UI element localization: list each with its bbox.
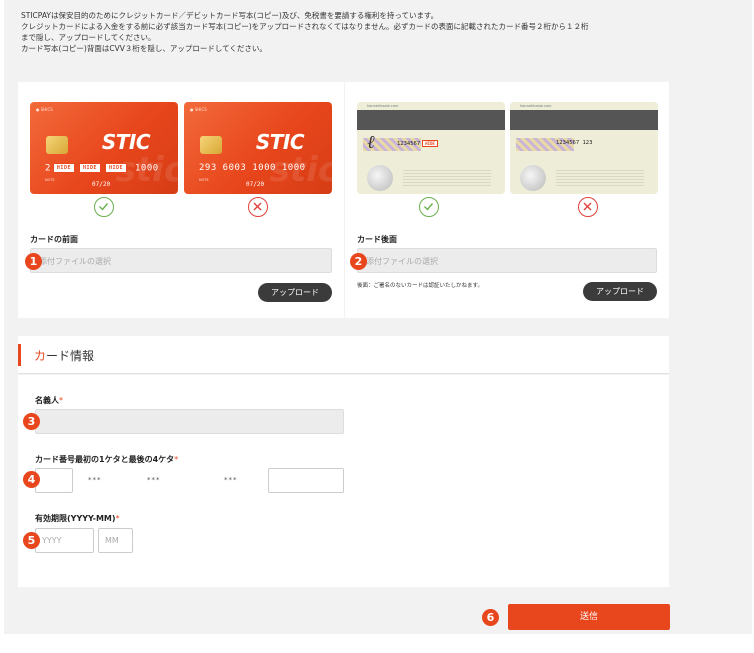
card-number-last-four-input[interactable]: [268, 468, 344, 493]
expiry-year-input[interactable]: YYYY: [35, 528, 94, 553]
back-upload-label: カード後面: [357, 235, 397, 244]
front-upload-button[interactable]: アップロード: [258, 283, 332, 302]
cvv-visible: 1234567: [397, 141, 421, 147]
step-badge-5: 5: [23, 532, 40, 549]
card-number-label-text: カード番号最初の1ケタと最後の4ケタ: [35, 455, 175, 464]
name-input[interactable]: [35, 409, 344, 434]
front-file-input[interactable]: 添付ファイルの選択: [30, 248, 332, 273]
name-label: 名義人*: [35, 395, 63, 406]
hologram-icon: [520, 165, 546, 191]
cross-icon: [578, 197, 598, 217]
header-accent-bar: [18, 344, 21, 366]
file-input-placeholder: 添付ファイルの選択: [39, 257, 111, 266]
hide-tag: HIDE: [78, 163, 102, 173]
file-input-placeholder: 添付ファイルの選択: [366, 257, 438, 266]
front-upload-label: カードの前面: [30, 235, 78, 244]
submit-button[interactable]: 送信: [508, 604, 670, 630]
year-placeholder: YYYY: [42, 536, 62, 545]
back-upload-button[interactable]: アップロード: [583, 282, 657, 301]
step-badge-3: 3: [23, 413, 40, 430]
card-number-label: カード番号最初の1ケタと最後の4ケタ*: [35, 454, 178, 465]
number-suffix: 1000: [134, 163, 159, 174]
expiry-label-text: 有効期限(YYYY-MM): [35, 514, 116, 523]
card-back-url: hannehhaaie.com: [367, 104, 399, 108]
number-prefix: 2: [45, 163, 51, 174]
cvv-unmasked: 1234567 123: [556, 140, 593, 146]
notice-line: まで隠し、アップロードしてください。: [21, 33, 156, 42]
notice-line: カード写本(コピー)背面はCVV３桁を隠し、アップロードしてください。: [21, 44, 267, 53]
card-number-unmasked: 293 6003 1000 1000: [199, 163, 306, 173]
card-back-url: hannehhaaie.com: [520, 104, 552, 108]
step-badge-6: 6: [482, 609, 499, 626]
notice-line: STICPAYは保安目的のためにクレジットカード／デビットカード写本(コピー)及…: [21, 11, 439, 20]
card-verification-page: STICPAYは保安目的のためにクレジットカード／デビットカード写本(コピー)及…: [0, 0, 754, 653]
card-back-panel: hannehhaaie.com ℓ 1234567 HIDE hannehhaai…: [345, 82, 669, 318]
step-badge-4: 4: [23, 471, 40, 488]
masked-digits: ***: [88, 476, 102, 484]
chip-icon: [200, 136, 222, 154]
required-mark: *: [59, 396, 63, 405]
check-icon: [419, 197, 439, 217]
fine-print: [556, 170, 644, 188]
card-expiry: 07/20: [92, 181, 111, 188]
chip-icon: [46, 136, 68, 154]
masked-digits: ***: [147, 476, 161, 484]
magnetic-stripe: [357, 110, 505, 130]
masked-digits: ***: [224, 476, 238, 484]
card-expiry: 07/20: [246, 181, 265, 188]
name-label-text: 名義人: [35, 396, 59, 405]
month-placeholder: MM: [105, 536, 119, 545]
card-logo-mark: ● SHICS: [36, 107, 53, 112]
card-info-header: カード情報: [18, 336, 669, 374]
card-front-sample-bad: ● SHICS STIC stic 293 6003 1000 1000 NOT…: [184, 102, 332, 194]
signature-icon: ℓ: [367, 132, 375, 153]
hologram-icon: [367, 165, 393, 191]
required-mark: *: [174, 455, 179, 464]
section-title: カード情報: [34, 347, 94, 364]
card-number-masked: 2 HIDE HIDE HIDE 1000: [45, 163, 159, 174]
title-accent-char: カ: [34, 349, 47, 363]
notice-line: クレジットカードによる入金をする前に必ず該当カード写本(コピー)をアップロードさ…: [21, 22, 589, 31]
cvv-masked: 1234567 HIDE: [397, 140, 440, 147]
notice-text: STICPAYは保安目的のためにクレジットカード／デビットカード写本(コピー)及…: [21, 10, 721, 54]
hide-tag: HIDE: [105, 163, 128, 173]
card-back-sample-bad: hannehhaaie.com 1234567 123: [510, 102, 658, 194]
fine-print: [403, 170, 491, 188]
card-back-sample-good: hannehhaaie.com ℓ 1234567 HIDE: [357, 102, 505, 194]
card-small-text: NOTE: [199, 178, 209, 182]
card-number-first-digit-input[interactable]: [35, 468, 73, 493]
card-logo-mark: ● SHICS: [190, 107, 207, 112]
expiry-month-input[interactable]: MM: [98, 528, 133, 553]
hide-tag: HIDE: [422, 140, 438, 147]
card-front-sample-good: ● SHICS STIC stic 2 HIDE HIDE HIDE 1000 NOT…: [30, 102, 178, 194]
check-icon: [94, 197, 114, 217]
card-front-panel: ● SHICS STIC stic 2 HIDE HIDE HIDE 1000 NOT…: [18, 82, 344, 318]
magnetic-stripe: [510, 110, 658, 130]
expiry-label: 有効期限(YYYY-MM)*: [35, 513, 120, 524]
back-file-input[interactable]: 添付ファイルの選択: [357, 248, 657, 273]
card-small-text: NOTE: [45, 178, 55, 182]
card-info-form: 名義人* 3 カード番号最初の1ケタと最後の4ケタ* 4 *** *** ***…: [18, 375, 669, 587]
back-upload-note: 後面：ご署名のないカードは認証いたしかねます。: [357, 283, 483, 289]
cross-icon: [248, 197, 268, 217]
required-mark: *: [115, 514, 120, 523]
step-badge-2: 2: [350, 253, 367, 270]
hide-tag: HIDE: [52, 163, 75, 173]
title-rest: ード情報: [46, 349, 95, 363]
step-badge-1: 1: [25, 253, 42, 270]
